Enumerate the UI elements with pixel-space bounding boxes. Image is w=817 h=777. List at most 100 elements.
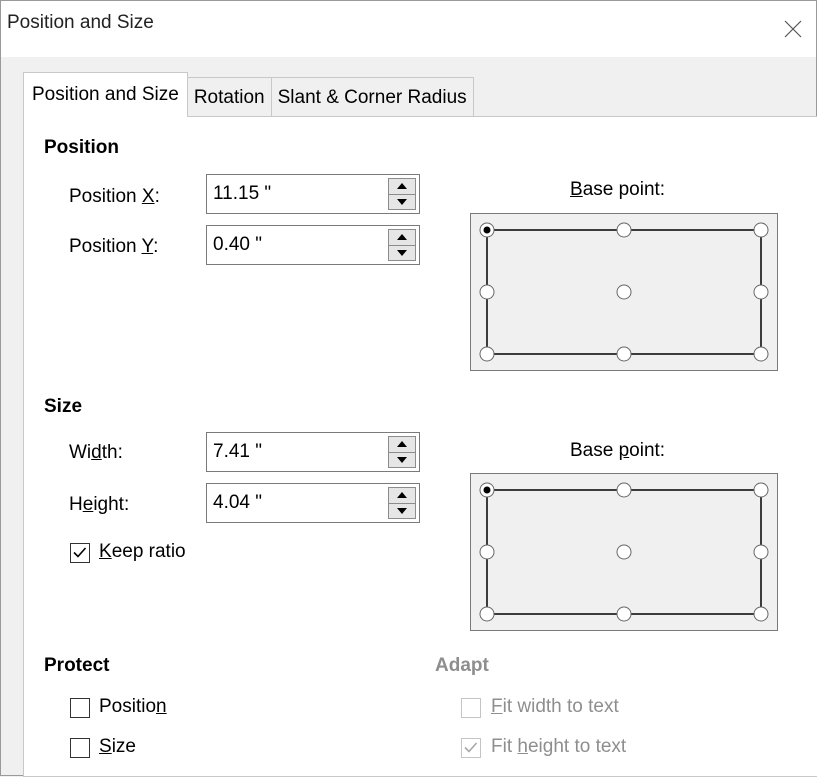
tab-label: Slant & Corner Radius xyxy=(277,86,467,108)
position-y-field[interactable]: 0.40 " xyxy=(206,225,420,265)
radio-icon[interactable] xyxy=(615,481,633,499)
label-mnemonic: X xyxy=(141,186,155,207)
triangle-up-icon xyxy=(397,183,407,190)
size-base-point-selector[interactable] xyxy=(470,473,778,631)
radio-icon[interactable] xyxy=(478,605,496,623)
position-y-value[interactable]: 0.40 " xyxy=(213,234,262,256)
label-text: : xyxy=(153,236,159,257)
radio-icon[interactable] xyxy=(752,345,770,363)
height-label: Height: xyxy=(69,494,129,516)
size-base-point-label: Base point: xyxy=(570,440,665,462)
position-x-decrement[interactable] xyxy=(388,193,416,210)
fit-height-checkbox[interactable] xyxy=(461,738,481,758)
spin-buttons xyxy=(388,487,416,519)
radio-icon[interactable] xyxy=(752,543,770,561)
protect-size-checkbox[interactable] xyxy=(70,738,90,758)
position-x-label: Position X: xyxy=(69,186,160,208)
width-field[interactable]: 7.41 " xyxy=(206,432,420,472)
label-text: H xyxy=(69,494,83,515)
label-mnemonic: B xyxy=(570,179,583,200)
height-field[interactable]: 4.04 " xyxy=(206,483,420,523)
checkmark-icon xyxy=(464,742,478,753)
label-mnemonic: p xyxy=(618,440,630,461)
spin-buttons xyxy=(388,178,416,210)
label-mnemonic: F xyxy=(491,696,503,717)
label-text: it width to text xyxy=(502,696,619,717)
radio-icon[interactable] xyxy=(615,283,633,301)
label-mnemonic: Y xyxy=(141,236,154,257)
keep-ratio-checkbox[interactable] xyxy=(70,543,90,563)
radio-icon[interactable] xyxy=(478,345,496,363)
radio-icon[interactable] xyxy=(478,283,496,301)
radio-icon[interactable] xyxy=(752,283,770,301)
label-text: Base xyxy=(570,440,619,461)
label-text: ight: xyxy=(93,494,130,515)
radio-icon[interactable] xyxy=(615,543,633,561)
tab-label: Rotation xyxy=(193,86,265,108)
fit-width-checkbox[interactable] xyxy=(461,698,481,718)
radio-icon[interactable] xyxy=(615,221,633,239)
radio-icon[interactable] xyxy=(615,605,633,623)
height-increment[interactable] xyxy=(388,487,416,504)
radio-icon[interactable] xyxy=(478,543,496,561)
checkmark-icon xyxy=(73,547,87,558)
radio-icon[interactable] xyxy=(478,481,496,499)
radio-icon[interactable] xyxy=(752,605,770,623)
radio-icon[interactable] xyxy=(478,221,496,239)
close-button[interactable] xyxy=(770,1,816,57)
label-mnemonic: n xyxy=(156,696,167,717)
tab-position-and-size[interactable]: Position and Size xyxy=(23,72,188,117)
triangle-down-icon xyxy=(397,456,407,463)
size-section-title: Size xyxy=(44,396,83,417)
label-mnemonic: d xyxy=(91,442,102,463)
window-title: Position and Size xyxy=(7,12,154,33)
triangle-down-icon xyxy=(397,507,407,514)
label-mnemonic: e xyxy=(82,494,94,515)
title-bar: Position and Size xyxy=(1,1,816,57)
position-y-increment[interactable] xyxy=(388,229,416,246)
position-and-size-dialog: Position and Size Position and Size Rota… xyxy=(0,0,817,777)
triangle-up-icon xyxy=(397,492,407,499)
width-decrement[interactable] xyxy=(388,451,416,468)
label-text: oint: xyxy=(629,440,666,461)
tab-rotation[interactable]: Rotation xyxy=(186,77,272,117)
position-y-decrement[interactable] xyxy=(388,244,416,261)
position-x-increment[interactable] xyxy=(388,178,416,195)
label-text: Position xyxy=(69,186,142,207)
height-value[interactable]: 4.04 " xyxy=(213,492,262,514)
height-decrement[interactable] xyxy=(388,502,416,519)
width-increment[interactable] xyxy=(388,436,416,453)
position-y-label: Position Y: xyxy=(69,236,158,258)
close-icon xyxy=(784,20,802,38)
protect-section-title: Protect xyxy=(44,655,110,676)
radio-icon[interactable] xyxy=(752,221,770,239)
position-x-field[interactable]: 11.15 " xyxy=(206,174,420,214)
width-value[interactable]: 7.41 " xyxy=(213,441,262,463)
radio-icon[interactable] xyxy=(615,345,633,363)
tab-label: Position and Size xyxy=(32,84,179,105)
label-text: Wi xyxy=(69,442,92,463)
keep-ratio-label[interactable]: Keep ratio xyxy=(99,541,186,563)
label-text: th: xyxy=(101,442,123,463)
label-text: eight to text xyxy=(527,736,627,757)
protect-position-checkbox[interactable] xyxy=(70,698,90,718)
radio-icon[interactable] xyxy=(752,481,770,499)
label-text: : xyxy=(154,186,160,207)
label-text: Fit xyxy=(491,736,518,757)
triangle-up-icon xyxy=(397,441,407,448)
spin-buttons xyxy=(388,229,416,261)
protect-size-label[interactable]: Size xyxy=(99,736,136,758)
protect-position-label[interactable]: Position xyxy=(99,696,167,718)
label-text: Positio xyxy=(99,696,157,717)
tab-slant-corner-radius[interactable]: Slant & Corner Radius xyxy=(270,77,474,117)
width-label: Width: xyxy=(69,442,123,464)
spin-buttons xyxy=(388,436,416,468)
position-base-point-selector[interactable] xyxy=(470,213,778,371)
label-text: ize xyxy=(111,736,136,757)
position-x-value[interactable]: 11.15 " xyxy=(213,183,271,205)
fit-width-label[interactable]: Fit width to text xyxy=(491,696,619,718)
position-base-point-label: Base point: xyxy=(570,179,665,201)
fit-height-label[interactable]: Fit height to text xyxy=(491,736,626,758)
tab-bar: Position and Size Rotation Slant & Corne… xyxy=(23,72,474,117)
label-mnemonic: S xyxy=(99,736,112,757)
